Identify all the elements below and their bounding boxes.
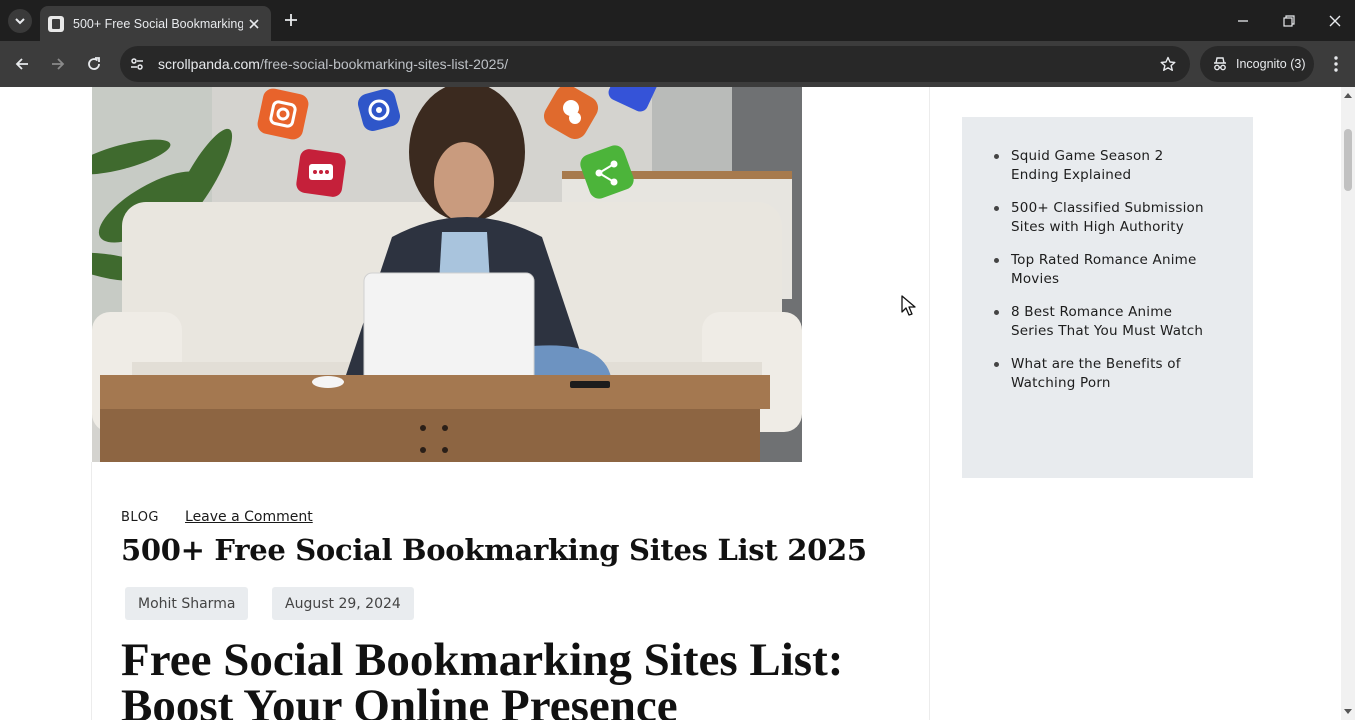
star-icon xyxy=(1160,56,1176,71)
arrow-left-icon xyxy=(15,58,28,70)
minimize-button[interactable] xyxy=(1230,8,1256,34)
minimize-icon xyxy=(1238,20,1248,22)
forward-button[interactable] xyxy=(44,50,72,78)
address-bar[interactable]: scrollpanda.com/free-social-bookmarking-… xyxy=(120,46,1190,82)
url-path: /free-social-bookmarking-sites-list-2025… xyxy=(259,56,509,72)
chevron-down-icon xyxy=(15,18,25,25)
browser-toolbar: scrollpanda.com/free-social-bookmarking-… xyxy=(0,41,1355,87)
tune-icon xyxy=(131,58,143,70)
tab-search-button[interactable] xyxy=(8,9,32,33)
content-divider xyxy=(91,462,92,720)
category-link[interactable]: BLOG xyxy=(121,510,159,525)
tab-title: 500+ Free Social Bookmarking xyxy=(73,16,243,31)
tab-strip: 500+ Free Social Bookmarking xyxy=(0,0,1355,41)
more-vertical-icon xyxy=(1334,56,1338,72)
url-domain: scrollpanda.com xyxy=(158,56,260,72)
recent-post-link[interactable]: Top Rated Romance Anime Movies xyxy=(992,251,1212,289)
site-info-button[interactable] xyxy=(124,51,150,77)
date-badge: August 29, 2024 xyxy=(272,587,414,620)
recent-post-link[interactable]: 8 Best Romance Anime Series That You Mus… xyxy=(992,303,1212,341)
incognito-icon xyxy=(1214,57,1226,71)
page-scrollbar[interactable] xyxy=(1341,87,1355,720)
url-text[interactable]: scrollpanda.com/free-social-bookmarking-… xyxy=(158,56,508,72)
incognito-label: Incognito (3) xyxy=(1236,57,1306,71)
tab-close-button[interactable] xyxy=(245,15,263,33)
close-window-button[interactable] xyxy=(1322,8,1348,34)
scrollbar-thumb[interactable] xyxy=(1344,129,1352,191)
page-viewport: BLOG Leave a Comment 500+ Free Social Bo… xyxy=(0,87,1341,720)
arrow-right-icon xyxy=(52,58,65,70)
sidebar-divider xyxy=(929,87,930,720)
back-button[interactable] xyxy=(8,50,36,78)
post-title: 500+ Free Social Bookmarking Sites List … xyxy=(121,533,867,567)
recent-post-link[interactable]: What are the Benefits of Watching Porn xyxy=(992,355,1212,393)
mouse-cursor-icon xyxy=(901,295,916,316)
reload-button[interactable] xyxy=(80,50,108,78)
plus-icon xyxy=(285,14,297,26)
recent-post-link[interactable]: Squid Game Season 2 Ending Explained xyxy=(992,147,1212,185)
article-heading: Free Social Bookmarking Sites List: Boos… xyxy=(121,634,844,720)
featured-image[interactable] xyxy=(92,87,802,462)
bookmark-button[interactable] xyxy=(1158,54,1178,74)
active-tab[interactable]: 500+ Free Social Bookmarking xyxy=(40,6,271,41)
chat-icon xyxy=(296,149,346,197)
close-icon xyxy=(1329,15,1341,27)
scroll-down-arrow-icon[interactable] xyxy=(1344,709,1352,714)
featured-image-illustration xyxy=(92,87,802,462)
restore-icon xyxy=(1283,15,1295,27)
incognito-indicator[interactable]: Incognito (3) xyxy=(1200,46,1314,82)
article-meta: BLOG Leave a Comment xyxy=(121,509,313,525)
recent-posts-list: Squid Game Season 2 Ending Explained 500… xyxy=(992,147,1212,407)
browser-menu-button[interactable] xyxy=(1324,51,1348,77)
author-badge[interactable]: Mohit Sharma xyxy=(125,587,249,620)
reload-icon xyxy=(88,57,100,70)
close-icon xyxy=(249,18,259,29)
instagram-icon xyxy=(257,88,309,140)
scroll-up-arrow-icon[interactable] xyxy=(1344,93,1352,98)
recent-posts-widget: Squid Game Season 2 Ending Explained 500… xyxy=(962,117,1253,478)
leave-comment-link[interactable]: Leave a Comment xyxy=(185,509,313,525)
site-favicon-icon xyxy=(48,15,64,32)
restore-button[interactable] xyxy=(1276,8,1302,34)
new-tab-button[interactable] xyxy=(280,9,302,31)
recent-post-link[interactable]: 500+ Classified Submission Sites with Hi… xyxy=(992,199,1212,237)
